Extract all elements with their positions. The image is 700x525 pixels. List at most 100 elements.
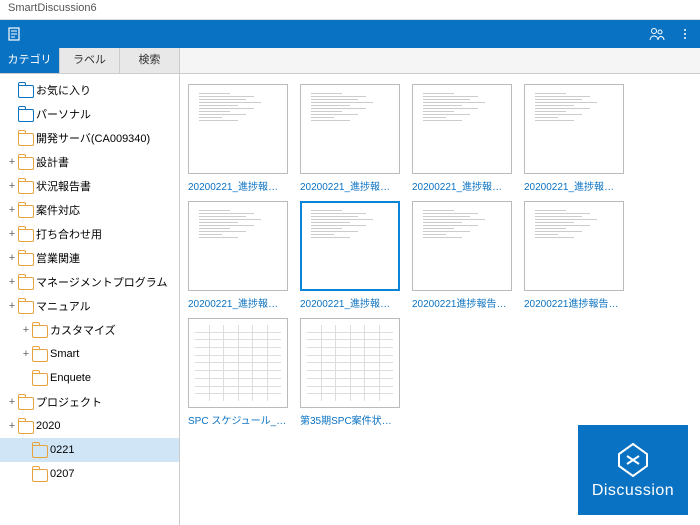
file-thumbnail[interactable]: 20200221_進捗報告_宮下.... [188,84,288,193]
expander-icon[interactable]: + [6,204,18,216]
file-thumbnail[interactable]: SPC スケジュール_200221.xlsx [188,318,288,427]
tree-item[interactable]: 0207 [0,462,179,486]
sidebar-tabs: カテゴリ ラベル 検索 [0,48,700,74]
folder-icon [32,469,46,480]
tree-item[interactable]: + 案件対応 [0,198,179,222]
tree-item[interactable]: 開発サーバ(CA009340) [0,126,179,150]
tree-item-label: マニュアル [36,298,91,314]
thumbnail-preview [188,318,288,408]
thumbnail-preview [300,84,400,174]
file-thumbnail[interactable]: 20200221進捗報告_宮澤.... [524,201,624,310]
tree-item[interactable]: + 状況報告書 [0,174,179,198]
expander-icon[interactable]: + [20,324,32,336]
file-grid: 20200221_進捗報告_宮下.... 20200221_進捗報告_小澤....… [180,74,700,525]
folder-icon [18,301,32,312]
folder-icon [18,181,32,192]
file-thumbnail[interactable]: 20200221_進捗報告_高橋.... [300,201,400,310]
folder-icon [18,109,32,120]
tree-item-label: 0221 [50,444,74,456]
tree-item[interactable]: +2020 [0,414,179,438]
tree-item[interactable]: お気に入り [0,78,179,102]
window-titlebar: SmartDiscussion6 [0,0,700,20]
file-name: 20200221_進捗報告_関島.... [188,295,288,310]
tab-category[interactable]: カテゴリ [0,48,60,73]
tree-item[interactable]: + マネージメントプログラム [0,270,179,294]
file-name: 20200221_進捗報告_山崎.... [412,178,512,193]
folder-icon [18,277,32,288]
tree-item[interactable]: + 営業関連 [0,246,179,270]
folder-icon [18,421,32,432]
folder-icon [32,349,46,360]
file-name: 20200221_進捗報告_宮下.... [188,178,288,193]
tree-item-label: 0207 [50,468,74,480]
folder-icon [18,157,32,168]
tree-item-label: Smart [50,348,79,360]
app-bar [0,20,700,48]
thumbnail-preview [300,201,400,291]
tree-item[interactable]: + プロジェクト [0,390,179,414]
expander-icon[interactable]: + [6,228,18,240]
tree-item-label: 営業関連 [36,250,80,266]
tree-item-label: Enquete [50,372,91,384]
expander-icon[interactable]: + [6,180,18,192]
tree-item-label: カスタマイズ [50,322,116,338]
tree-item-label: お気に入り [36,82,91,98]
tree-item[interactable]: Enquete [0,366,179,390]
tree-item-label: 打ち合わせ用 [36,226,102,242]
thumbnail-preview [300,318,400,408]
file-name: 20200221_進捗報告_小澤.... [300,178,400,193]
folder-icon [18,253,32,264]
tree-item-label: 2020 [36,420,60,432]
folder-icon [18,229,32,240]
tree-item-label: マネージメントプログラム [36,274,167,290]
file-thumbnail[interactable]: 20200221_進捗報告_小澤.... [300,84,400,193]
folder-icon [18,205,32,216]
tree-item-label: 開発サーバ(CA009340) [36,130,150,146]
thumbnail-preview [412,84,512,174]
tree-item[interactable]: +設計書 [0,150,179,174]
tree-item-label: パーソナル [36,106,91,122]
thumbnail-preview [412,201,512,291]
expander-icon[interactable]: + [6,300,18,312]
folder-icon [32,445,46,456]
thumbnail-preview [524,84,624,174]
file-thumbnail[interactable]: 20200221_進捗報告_牛越.... [524,84,624,193]
document-icon[interactable] [6,25,24,43]
logo-text: Discussion [592,482,674,500]
expander-icon[interactable]: + [6,420,18,432]
tree-item-label: 状況報告書 [36,178,91,194]
folder-icon [32,373,46,384]
expander-icon[interactable]: + [20,348,32,360]
tab-search[interactable]: 検索 [120,48,180,73]
folder-icon [18,133,32,144]
tree-item-label: 案件対応 [36,202,80,218]
expander-icon[interactable]: + [6,396,18,408]
file-name: 20200221_進捗報告_高橋.... [300,295,400,310]
tree-item[interactable]: + マニュアル [0,294,179,318]
thumbnail-preview [188,201,288,291]
tab-label[interactable]: ラベル [60,48,120,73]
folder-icon [18,397,32,408]
users-icon[interactable] [648,25,666,43]
expander-icon[interactable]: + [6,276,18,288]
tree-item[interactable]: + カスタマイズ [0,318,179,342]
app-logo: Discussion [578,425,688,515]
tree-item[interactable]: + Smart [0,342,179,366]
tree-item[interactable]: パーソナル [0,102,179,126]
tree-item-label: プロジェクト [36,394,102,410]
window-title: SmartDiscussion6 [8,2,97,14]
tree-item[interactable]: + 打ち合わせ用 [0,222,179,246]
expander-icon[interactable]: + [6,156,18,168]
expander-icon[interactable]: + [6,252,18,264]
file-name: 20200221_進捗報告_牛越.... [524,178,624,193]
folder-icon [18,85,32,96]
file-thumbnail[interactable]: 第35期SPC案件状況(2020-... [300,318,400,427]
file-thumbnail[interactable]: 20200221進捗報告_吉田.d... [412,201,512,310]
category-tree: お気に入りパーソナル開発サーバ(CA009340)+設計書+状況報告書+案件対応… [0,74,180,525]
tree-item[interactable]: 0221 [0,438,179,462]
more-icon[interactable] [676,25,694,43]
file-thumbnail[interactable]: 20200221_進捗報告_山崎.... [412,84,512,193]
file-name: 第35期SPC案件状況(2020-... [300,412,400,427]
file-thumbnail[interactable]: 20200221_進捗報告_関島.... [188,201,288,310]
folder-icon [32,325,46,336]
